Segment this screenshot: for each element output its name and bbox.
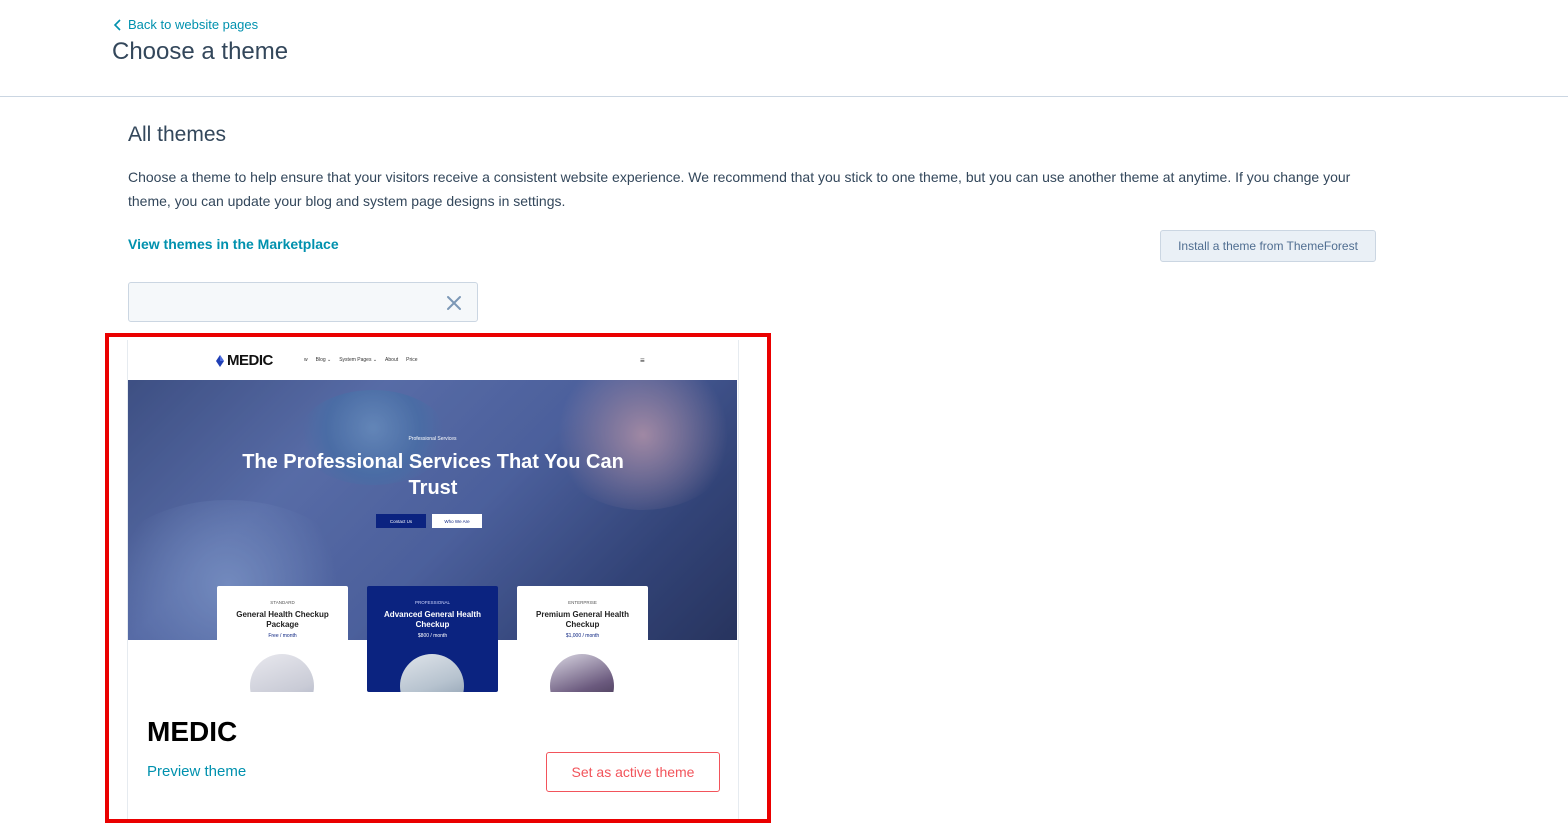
page-title: Choose a theme — [112, 38, 289, 65]
marketplace-link[interactable]: View themes in the Marketplace — [128, 236, 339, 252]
back-link-label: Back to website pages — [128, 17, 259, 32]
section-title: All themes — [128, 123, 227, 146]
chevron-left-icon — [113, 18, 121, 31]
theme-search-box — [128, 282, 478, 322]
back-link[interactable]: Back to website pages — [113, 17, 258, 32]
theme-search-input[interactable] — [139, 291, 433, 315]
section-description: Choose a theme to help ensure that your … — [128, 169, 1351, 209]
close-icon[interactable] — [445, 294, 463, 312]
install-themeforest-button[interactable]: Install a theme from ThemeForest — [1160, 230, 1376, 262]
selection-highlight — [105, 333, 771, 823]
page-header: Back to website pages Choose a theme — [0, 0, 1568, 97]
